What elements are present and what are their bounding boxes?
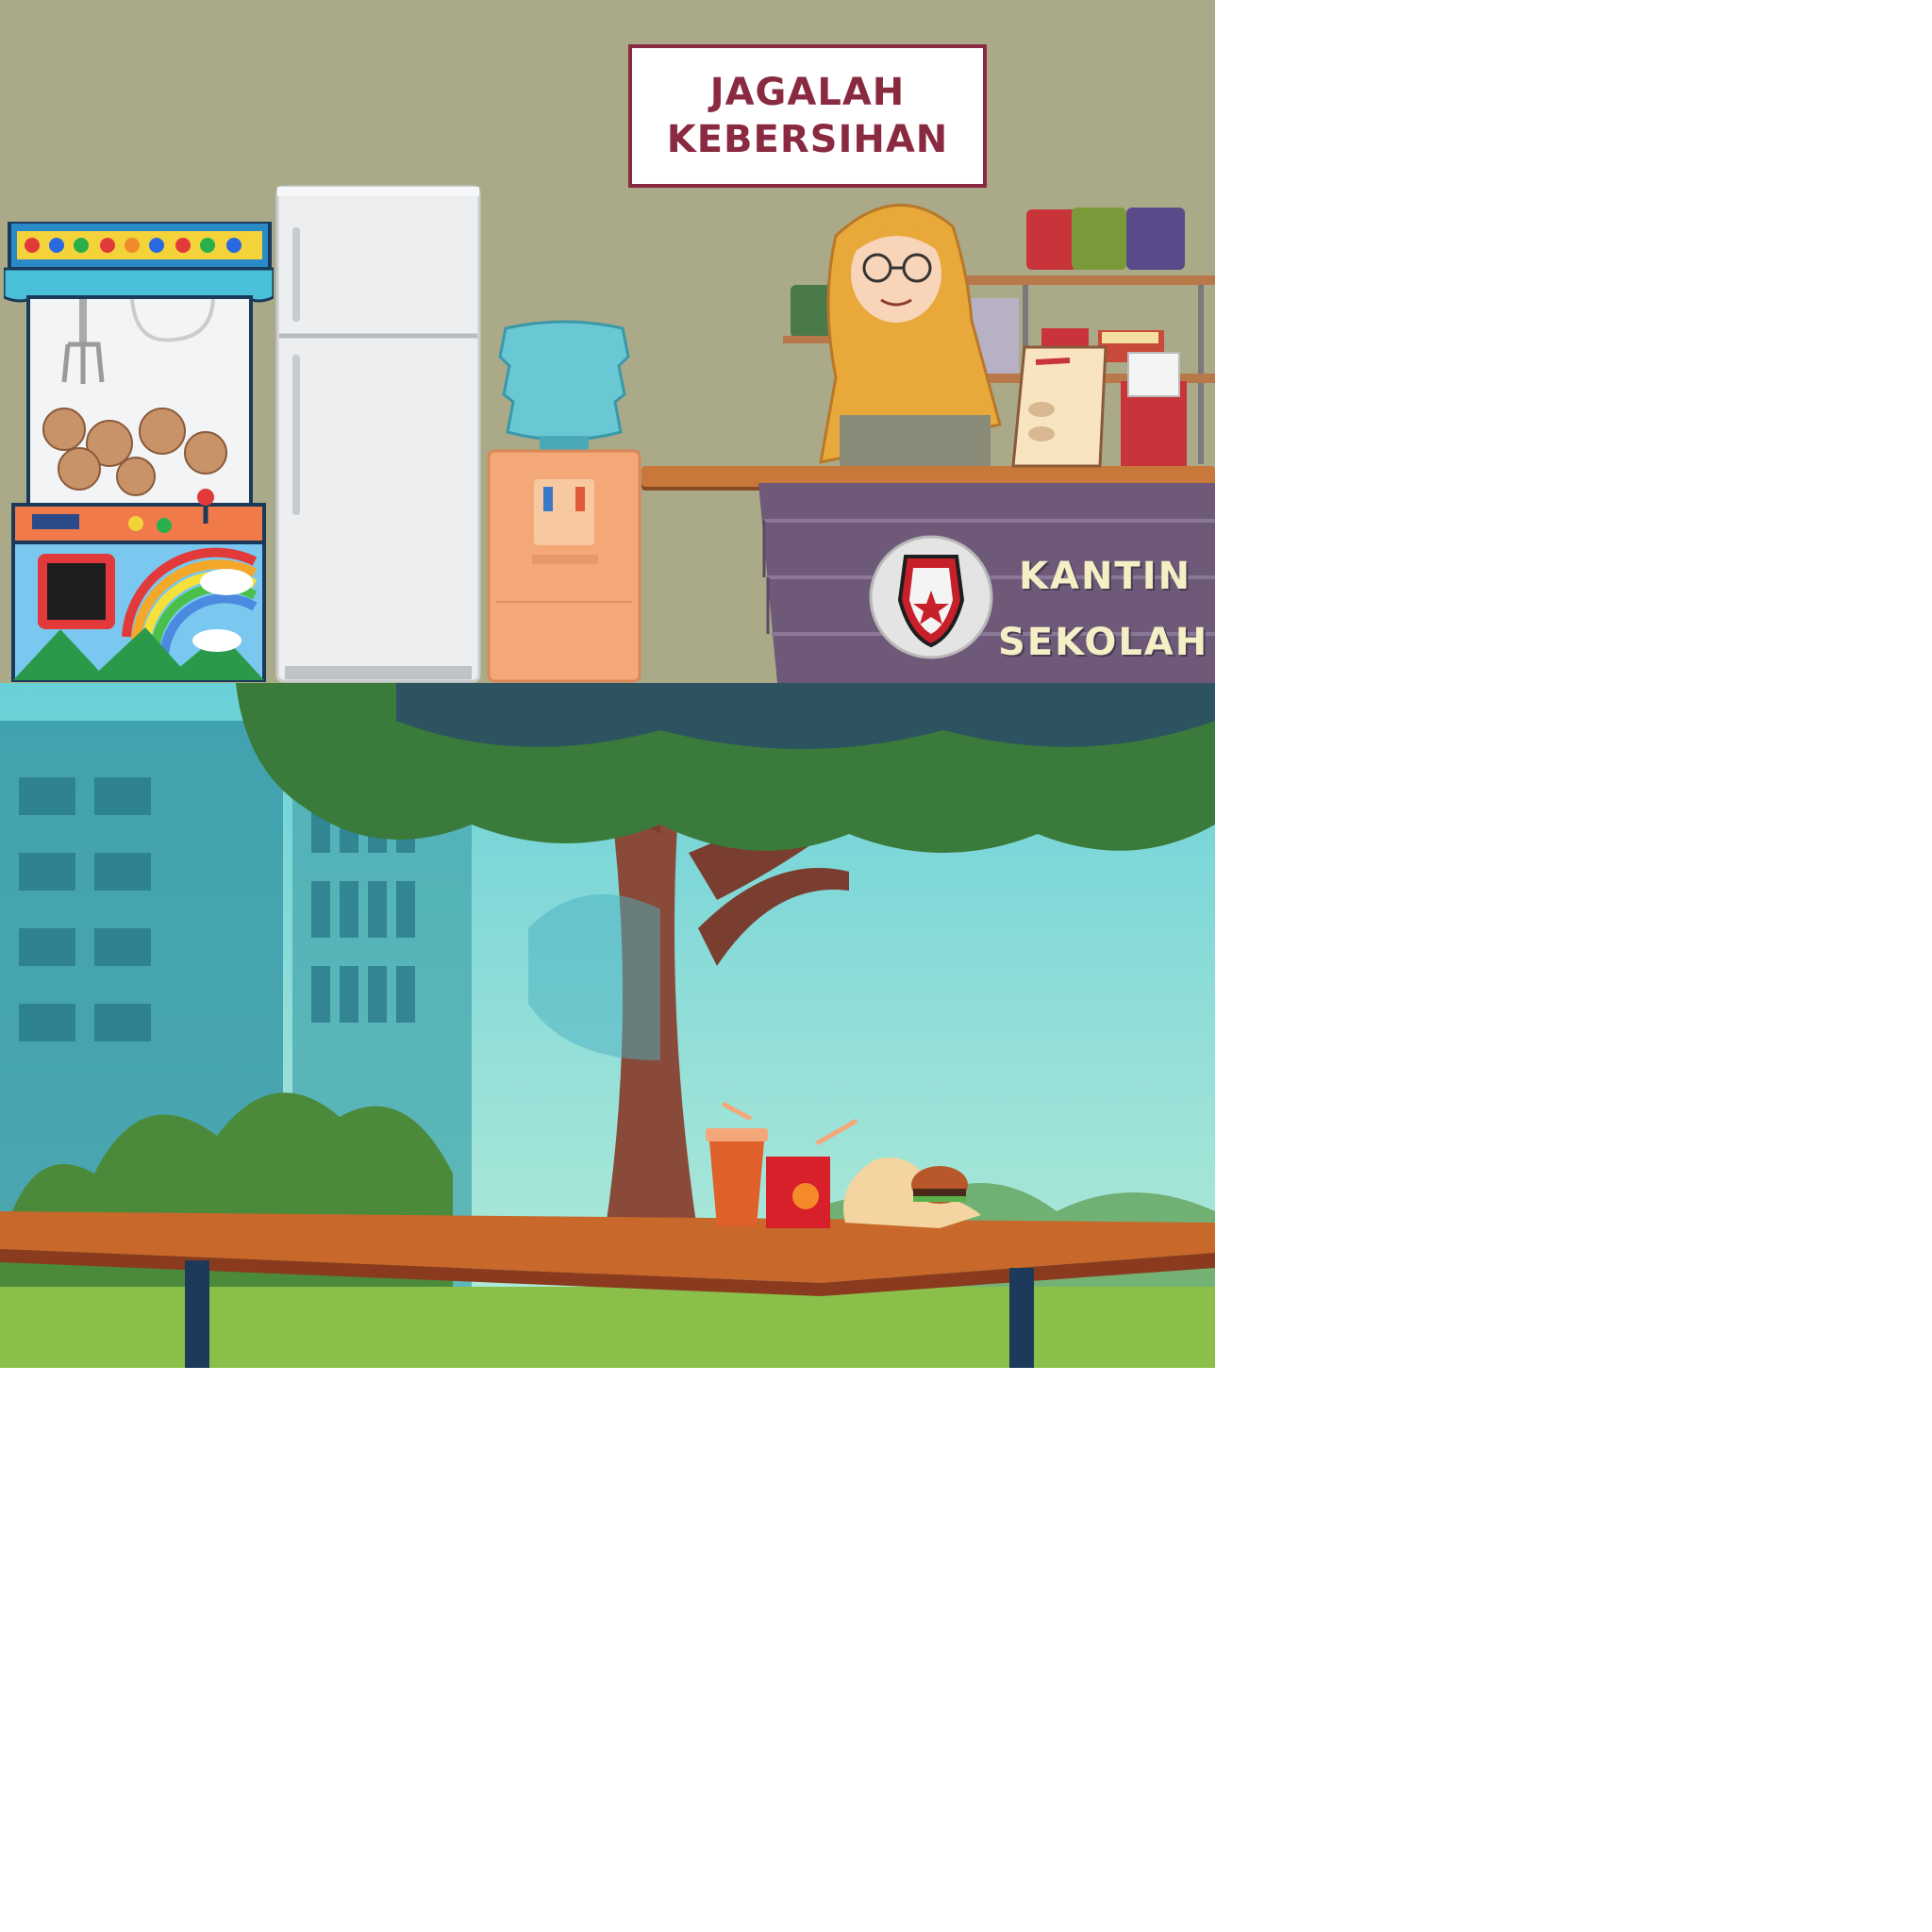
school-emblem — [869, 535, 993, 659]
canteen-keeper — [819, 203, 1002, 472]
counter-label-line-2: SEKOLAH — [998, 621, 1209, 664]
burger — [843, 1157, 981, 1228]
canteen-scene: JAGALAH KEBERSIHAN KANTIN SEKOLAH — [0, 0, 1215, 683]
water-dispenser[interactable] — [487, 319, 641, 683]
cleanliness-sign: JAGALAH KEBERSIHAN — [628, 44, 987, 188]
refrigerator[interactable] — [275, 185, 481, 683]
food-items — [706, 1101, 981, 1228]
sign-line-1: JAGALAH — [709, 71, 906, 114]
counter-label-line-1: KANTIN — [1019, 555, 1192, 598]
menu-card — [1011, 345, 1187, 468]
park-background — [0, 683, 1215, 1368]
claw-machine[interactable] — [4, 222, 274, 683]
park-scene — [0, 683, 1215, 1368]
sign-line-2: KEBERSIHAN — [666, 118, 949, 161]
drink-cup — [706, 1101, 768, 1226]
juice-box — [766, 1118, 858, 1228]
